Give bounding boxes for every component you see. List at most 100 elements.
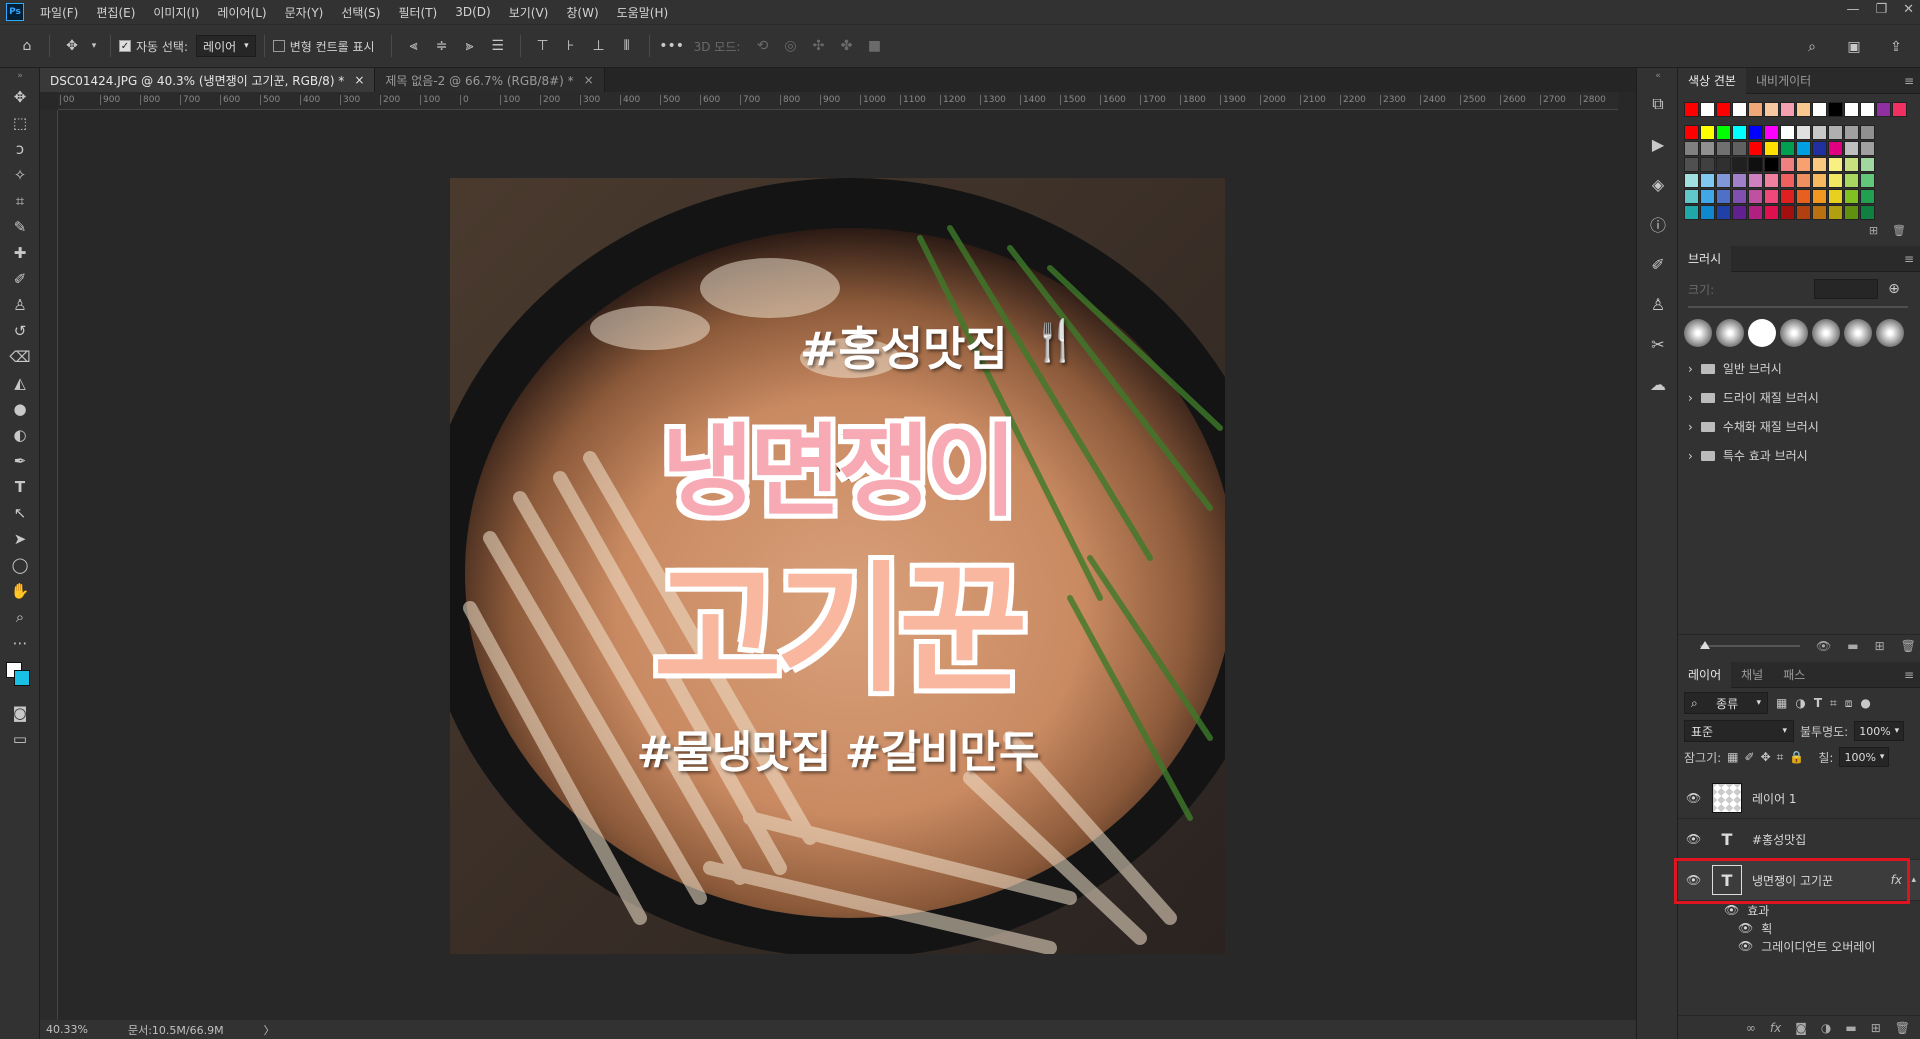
history-panel-icon[interactable]: ⧉ bbox=[1637, 84, 1679, 124]
brush-preview-slider[interactable] bbox=[1700, 640, 1800, 649]
swatch[interactable] bbox=[1684, 189, 1699, 204]
swatch[interactable] bbox=[1716, 173, 1731, 188]
tab-close-icon[interactable]: × bbox=[354, 73, 364, 87]
swatch[interactable] bbox=[1780, 157, 1795, 172]
swatch[interactable] bbox=[1716, 102, 1731, 117]
swatch[interactable] bbox=[1684, 173, 1699, 188]
menu-select[interactable]: 선택(S) bbox=[333, 4, 390, 21]
swatch[interactable] bbox=[1828, 157, 1843, 172]
filter-adjustment-icon[interactable]: ◑ bbox=[1795, 696, 1805, 710]
libraries-panel-icon[interactable]: ☁ bbox=[1637, 364, 1679, 404]
home-icon[interactable]: ⌂ bbox=[16, 35, 38, 57]
swatch[interactable] bbox=[1860, 125, 1875, 140]
tab-brushes[interactable]: 브러시 bbox=[1678, 245, 1732, 272]
delete-swatch-icon[interactable]: 🗑 bbox=[1892, 224, 1906, 237]
direct-select-icon[interactable]: ➤ bbox=[0, 526, 40, 552]
move-tool-icon[interactable]: ✥ bbox=[61, 35, 83, 57]
minimize-button[interactable]: — bbox=[1846, 2, 1859, 17]
swatch[interactable] bbox=[1716, 141, 1731, 156]
slide-3d-icon[interactable]: ✤ bbox=[835, 35, 857, 57]
brush-preset[interactable] bbox=[1812, 319, 1840, 347]
tab-paths[interactable]: 패스 bbox=[1773, 662, 1815, 688]
eyedropper-icon[interactable]: ✎ bbox=[0, 214, 40, 240]
align-middle-icon[interactable]: ⊦ bbox=[560, 35, 582, 57]
layer-row-hashtag[interactable]: 👁 T #홍성맛집 bbox=[1678, 819, 1920, 860]
distribute-horizontal-icon[interactable]: ⦀ bbox=[616, 35, 638, 57]
brush-folder-special[interactable]: › 특수 효과 브러시 bbox=[1678, 441, 1920, 470]
link-layers-icon[interactable]: ∞ bbox=[1746, 1021, 1756, 1035]
new-group-icon[interactable]: ▬ bbox=[1845, 1021, 1856, 1035]
effect-stroke[interactable]: 👁 획 bbox=[1678, 919, 1920, 937]
swatch[interactable] bbox=[1700, 173, 1715, 188]
swatch[interactable] bbox=[1892, 102, 1907, 117]
swatch[interactable] bbox=[1764, 189, 1779, 204]
blur-tool-icon[interactable]: ● bbox=[0, 396, 40, 422]
swatch[interactable] bbox=[1780, 125, 1795, 140]
menu-image[interactable]: 이미지(I) bbox=[145, 4, 209, 21]
menu-file[interactable]: 파일(F) bbox=[32, 4, 88, 21]
brush-size-input[interactable] bbox=[1814, 279, 1879, 299]
auto-select-dropdown[interactable]: 레이어 ▾ bbox=[196, 35, 256, 57]
swatch[interactable] bbox=[1812, 125, 1827, 140]
brush-settings-icon[interactable]: ✐ bbox=[1637, 244, 1679, 284]
healing-brush-icon[interactable]: ✚ bbox=[0, 240, 40, 266]
new-layer-icon[interactable]: ⊞ bbox=[1871, 1021, 1881, 1035]
new-folder-icon[interactable]: ▬ bbox=[1847, 639, 1858, 653]
swatch[interactable] bbox=[1844, 173, 1859, 188]
panel-menu-icon[interactable]: ≡ bbox=[1904, 74, 1914, 88]
swatch[interactable] bbox=[1844, 157, 1859, 172]
visibility-eye-icon[interactable]: 👁 bbox=[1738, 921, 1753, 935]
tab-close-icon[interactable]: × bbox=[584, 73, 594, 87]
new-brush-icon[interactable]: ⊞ bbox=[1875, 639, 1885, 653]
layer-row-layer1[interactable]: 👁 레이어 1 bbox=[1678, 778, 1920, 819]
share-icon[interactable]: ⇪ bbox=[1885, 36, 1907, 58]
brush-tool-icon[interactable]: ✐ bbox=[0, 266, 40, 292]
swatch[interactable] bbox=[1684, 125, 1699, 140]
orbit-3d-icon[interactable]: ⟲ bbox=[751, 35, 773, 57]
brush-folder-dry[interactable]: › 드라이 재질 브러시 bbox=[1678, 383, 1920, 412]
tab-navigator[interactable]: 내비게이터 bbox=[1746, 68, 1821, 94]
swatch[interactable] bbox=[1716, 125, 1731, 140]
menu-edit[interactable]: 편집(E) bbox=[88, 4, 145, 21]
swatch[interactable] bbox=[1700, 157, 1715, 172]
swatch[interactable] bbox=[1732, 157, 1747, 172]
swatch[interactable] bbox=[1780, 102, 1795, 117]
restore-button[interactable]: ❐ bbox=[1875, 2, 1887, 17]
swatch[interactable] bbox=[1796, 102, 1811, 117]
paint-bucket-icon[interactable]: ◭ bbox=[0, 370, 40, 396]
align-left-icon[interactable]: ⫷ bbox=[403, 35, 425, 57]
menu-window[interactable]: 창(W) bbox=[558, 4, 608, 21]
swatch[interactable] bbox=[1732, 173, 1747, 188]
screen-mode-icon[interactable]: ▭ bbox=[0, 726, 40, 752]
swatch[interactable] bbox=[1796, 125, 1811, 140]
swatch[interactable] bbox=[1780, 141, 1795, 156]
eraser-icon[interactable]: ⌫ bbox=[0, 344, 40, 370]
menu-filter[interactable]: 필터(T) bbox=[390, 4, 447, 21]
collapse-icon[interactable]: « bbox=[1637, 68, 1679, 84]
swatch[interactable] bbox=[1764, 173, 1779, 188]
tab-untitled-2[interactable]: 제목 없음-2 @ 66.7% (RGB/8#) * × bbox=[375, 68, 605, 92]
swatch[interactable] bbox=[1684, 141, 1699, 156]
lock-paint-icon[interactable]: ✐ bbox=[1745, 750, 1755, 764]
brush-preset[interactable] bbox=[1684, 319, 1712, 347]
visibility-eye-icon[interactable]: 👁 bbox=[1724, 903, 1739, 917]
lock-artboard-icon[interactable]: ⌗ bbox=[1777, 750, 1784, 765]
swatch[interactable] bbox=[1700, 141, 1715, 156]
marquee-tool-icon[interactable]: ⬚ bbox=[0, 110, 40, 136]
swatch[interactable] bbox=[1812, 102, 1827, 117]
align-center-icon[interactable]: ≑ bbox=[431, 35, 453, 57]
history-brush-icon[interactable]: ↺ bbox=[0, 318, 40, 344]
swatch[interactable] bbox=[1700, 205, 1715, 220]
add-style-icon[interactable]: fx bbox=[1770, 1021, 1781, 1035]
swatch[interactable] bbox=[1700, 189, 1715, 204]
layer-filter-dropdown[interactable]: ⌕ 종류 ▾ bbox=[1684, 692, 1768, 714]
zoom-level[interactable]: 40.33% bbox=[46, 1023, 88, 1036]
adjustments-panel-icon[interactable]: ◈ bbox=[1637, 164, 1679, 204]
menu-layer[interactable]: 레이어(L) bbox=[209, 4, 276, 21]
lock-pixels-icon[interactable]: ▦ bbox=[1727, 750, 1738, 764]
hand-tool-icon[interactable]: ✋ bbox=[0, 578, 40, 604]
tab-channels[interactable]: 채널 bbox=[1731, 662, 1773, 688]
crop-tool-icon[interactable]: ⌗ bbox=[0, 188, 40, 214]
toggle-brush-preview-icon[interactable]: 👁 bbox=[1816, 639, 1831, 653]
swatch[interactable] bbox=[1844, 141, 1859, 156]
